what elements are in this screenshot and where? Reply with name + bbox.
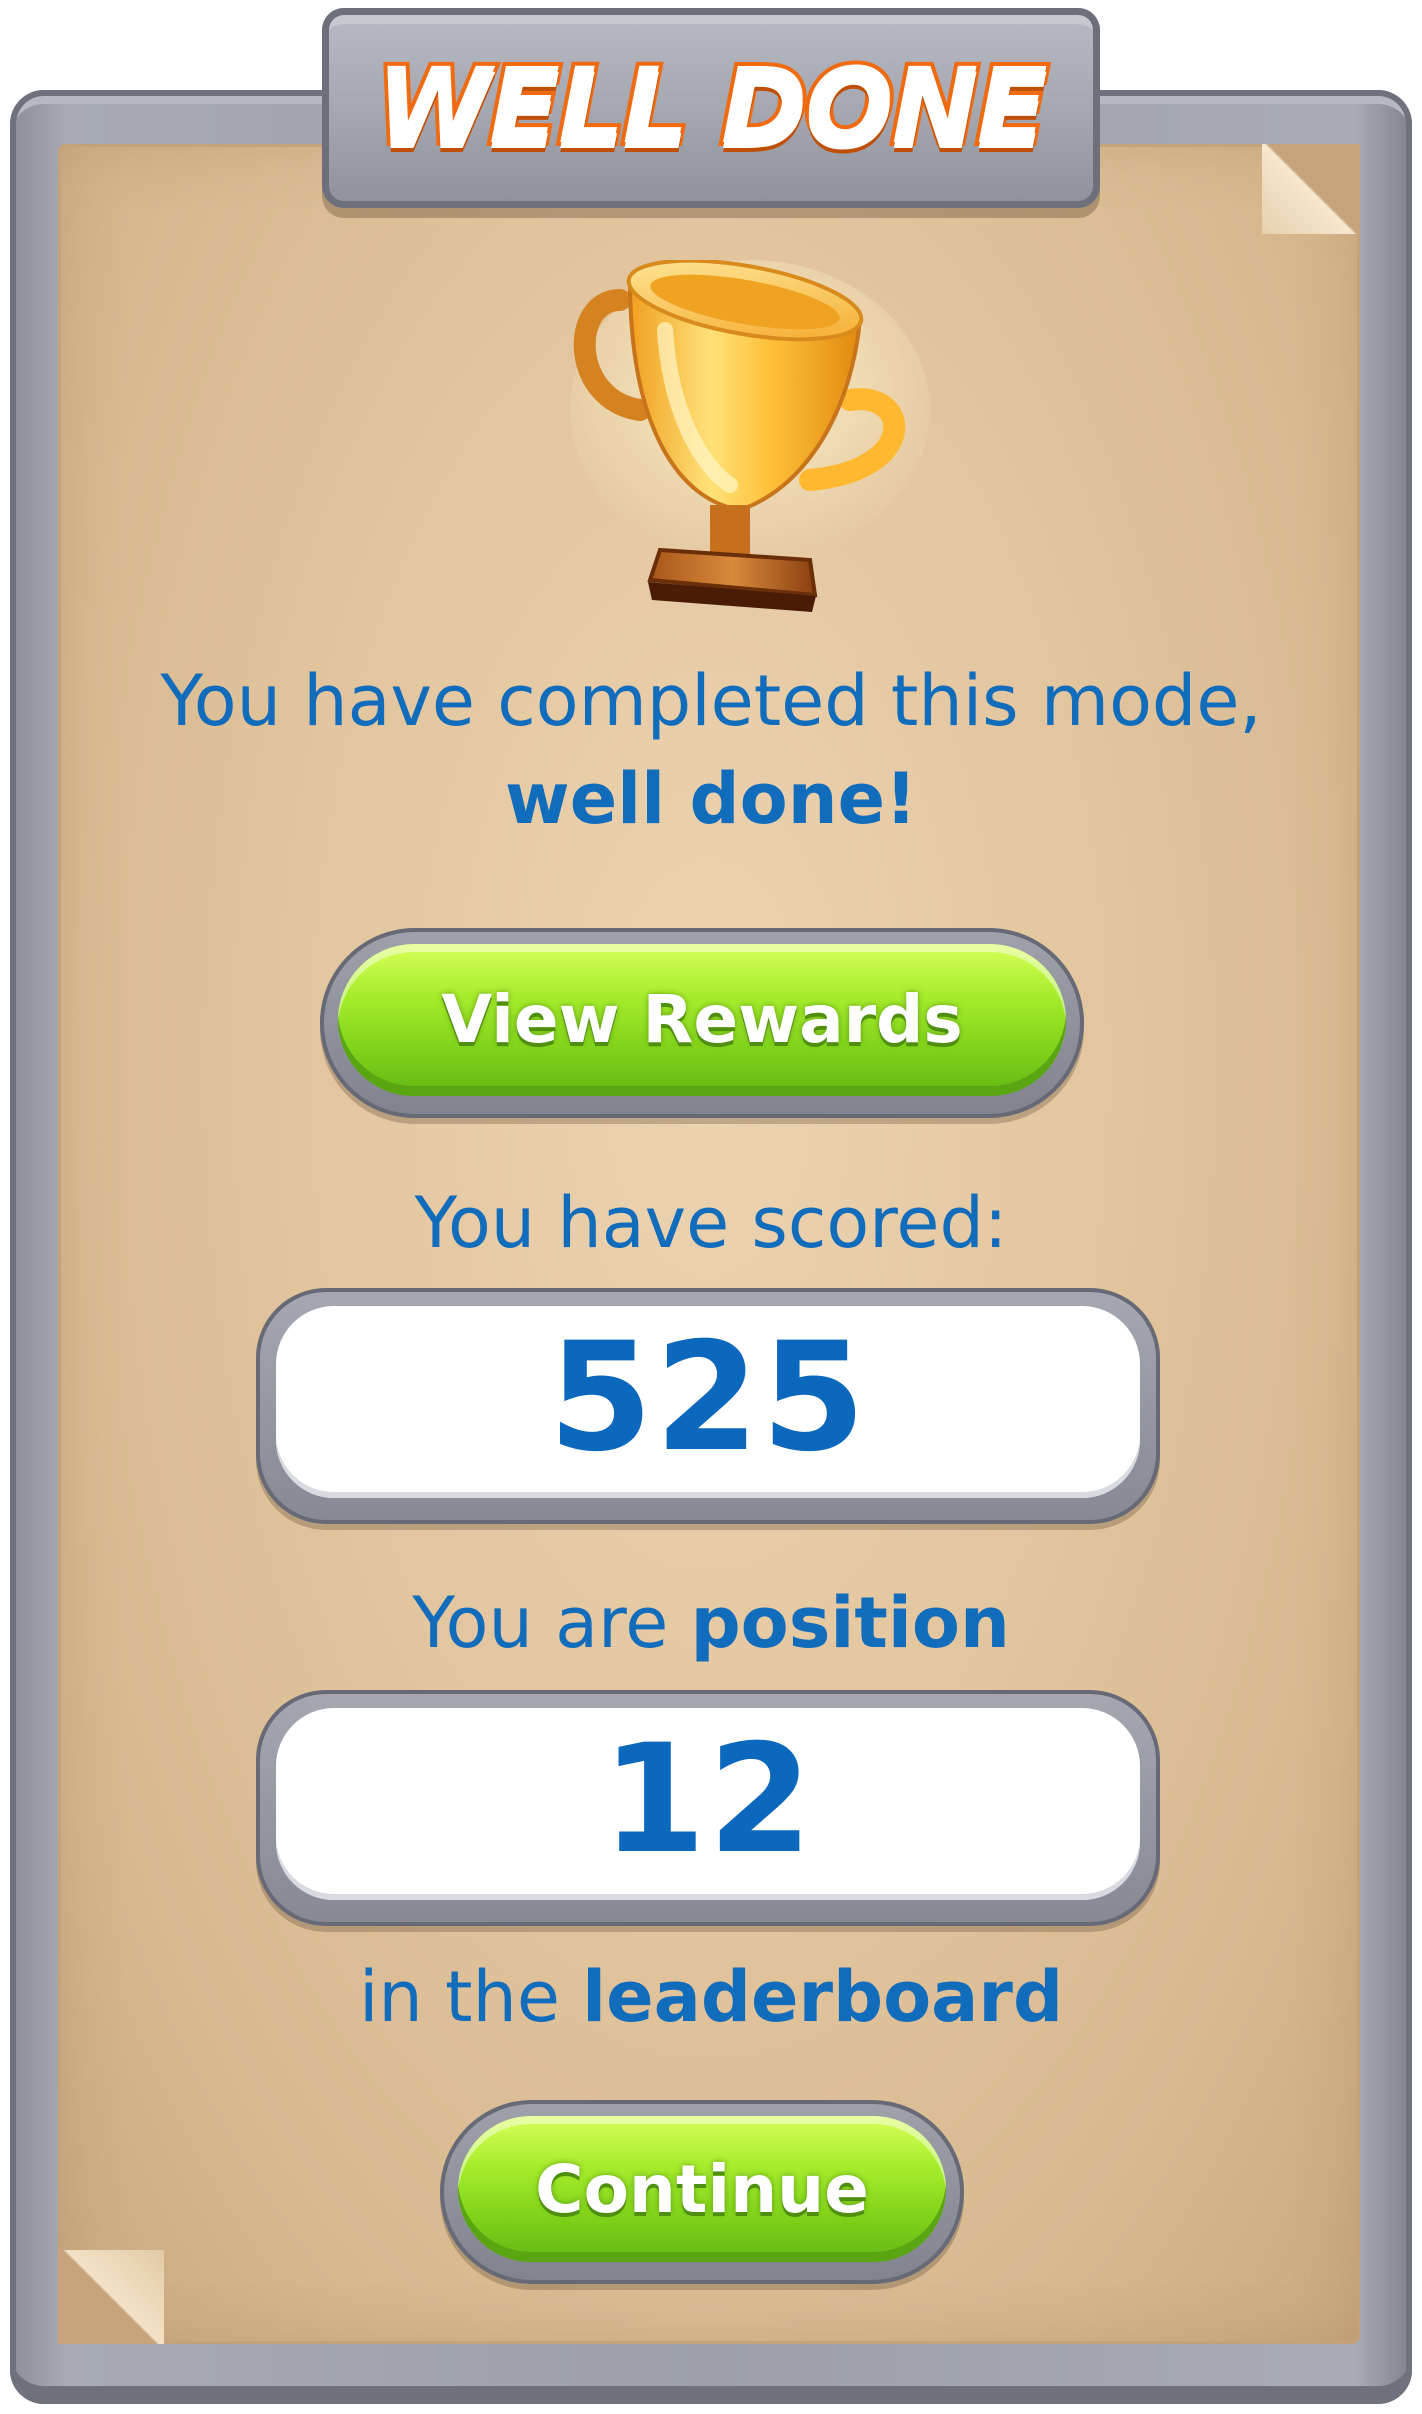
paper-curl-bottom-left: [58, 2250, 164, 2344]
score-box-inner: 525: [276, 1306, 1140, 1498]
position-box: 12: [256, 1690, 1160, 1926]
trophy-icon: [570, 260, 930, 612]
continue-button[interactable]: Continue: [440, 2100, 964, 2284]
position-label-bold: position: [690, 1582, 1010, 1664]
position-label: You are position: [100, 1574, 1322, 1672]
view-rewards-button[interactable]: View Rewards: [320, 928, 1084, 1118]
position-value: 12: [601, 1713, 815, 1887]
completion-text-bold: well done!: [505, 758, 917, 840]
leaderboard-label: in the leaderboard: [100, 1948, 1322, 2046]
completion-text: You have completed this mode,: [160, 660, 1262, 742]
score-label: You have scored:: [414, 1182, 1008, 1264]
leaderboard-label-prefix: in the: [358, 1956, 560, 2038]
score-value: 525: [548, 1311, 868, 1485]
view-rewards-label[interactable]: View Rewards: [320, 972, 1084, 1068]
score-box: 525: [256, 1288, 1160, 1524]
leaderboard-label-bold: leaderboard: [582, 1956, 1064, 2038]
continue-label[interactable]: Continue: [440, 2142, 964, 2238]
page-title: WELL DONE: [372, 41, 1051, 171]
position-label-prefix: You are: [412, 1582, 669, 1664]
paper-curl-top-right: [1262, 144, 1360, 234]
position-box-inner: 12: [276, 1708, 1140, 1900]
completion-message: You have completed this mode, well done!: [100, 652, 1322, 848]
